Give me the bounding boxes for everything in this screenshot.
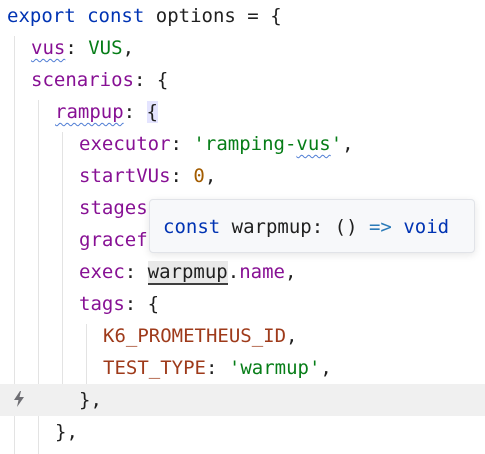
code-line[interactable]: exec: warpmup.name,	[0, 256, 485, 288]
code-line-current[interactable]: },	[0, 384, 485, 416]
property-name: name	[239, 261, 285, 283]
code-line[interactable]: },	[0, 416, 485, 448]
code-line[interactable]: executor: 'ramping-vus',	[0, 128, 485, 160]
keyword-export: export	[7, 5, 76, 27]
quote: '	[228, 357, 241, 379]
comma: ,	[320, 357, 332, 379]
quote: '	[308, 357, 321, 379]
property-exec: exec	[79, 261, 125, 283]
string-warmup: warmup	[240, 357, 309, 379]
colon: :	[123, 101, 136, 123]
brace-open: {	[146, 101, 158, 123]
code-line[interactable]: scenarios: {	[0, 64, 485, 96]
quote: '	[330, 133, 343, 155]
tooltip-arrow: =>	[368, 216, 392, 238]
code-line[interactable]: TEST_TYPE: 'warmup',	[0, 352, 485, 384]
code-line[interactable]: K6_PROMETHEUS_ID,	[0, 320, 485, 352]
colon: :	[170, 165, 182, 187]
property-stages: stages	[79, 197, 148, 219]
property-tags: tags	[79, 293, 125, 315]
code-editor[interactable]: export const options = { vus: VUS, scena…	[0, 0, 485, 454]
string-executor-vus: vus	[296, 133, 331, 155]
comma: ,	[342, 133, 354, 155]
colon: :	[124, 293, 137, 315]
property-startvus: startVUs	[79, 165, 171, 187]
quote: '	[193, 133, 205, 155]
string-executor-part: ramping-	[204, 133, 297, 155]
number-zero: 0	[193, 165, 205, 187]
comma: ,	[286, 325, 298, 347]
brace-open: {	[270, 5, 282, 27]
dot: .	[227, 261, 240, 283]
code-line[interactable]: startVUs: 0,	[0, 160, 485, 192]
keyword-const: const	[87, 5, 145, 27]
colon: :	[124, 261, 137, 283]
tooltip-keyword: const	[163, 216, 221, 238]
code-line[interactable]: tags: {	[0, 288, 485, 320]
code-line[interactable]: vus: VUS,	[0, 32, 485, 64]
colon: :	[133, 69, 146, 91]
colon: :	[170, 133, 182, 155]
property-scenarios: scenarios	[31, 69, 134, 91]
comma: ,	[284, 261, 297, 283]
identifier-k6-prometheus-id: K6_PROMETHEUS_ID	[103, 325, 287, 347]
tooltip-return-type: void	[403, 216, 450, 238]
brace-close: },	[55, 421, 78, 443]
property-gracef: gracef	[79, 229, 148, 251]
code-line[interactable]: rampup: {	[0, 96, 485, 128]
identifier-options: options	[155, 5, 236, 27]
colon: :	[65, 37, 77, 59]
tooltip-colon: :	[311, 216, 324, 238]
identifier-warpmup[interactable]: warpmup	[147, 261, 228, 285]
code-line[interactable]: export const options = {	[0, 0, 485, 32]
comma: ,	[204, 165, 217, 187]
property-test-type: TEST_TYPE	[103, 357, 206, 379]
property-rampup: rampup	[55, 101, 124, 123]
lightning-icon[interactable]	[12, 390, 26, 408]
value-vus: VUS	[88, 37, 123, 59]
tooltip-params: ()	[334, 216, 358, 238]
brace-open: {	[156, 69, 169, 91]
quick-doc-tooltip: const warpmup: () => void	[149, 199, 475, 253]
comma: ,	[122, 37, 135, 59]
tooltip-identifier: warpmup	[231, 216, 312, 238]
property-executor: executor	[79, 133, 171, 155]
colon: :	[205, 357, 218, 379]
brace-open: {	[147, 293, 160, 315]
property-vus: vus	[31, 37, 66, 59]
operator-equals: =	[247, 5, 259, 27]
brace-close: },	[79, 389, 102, 411]
